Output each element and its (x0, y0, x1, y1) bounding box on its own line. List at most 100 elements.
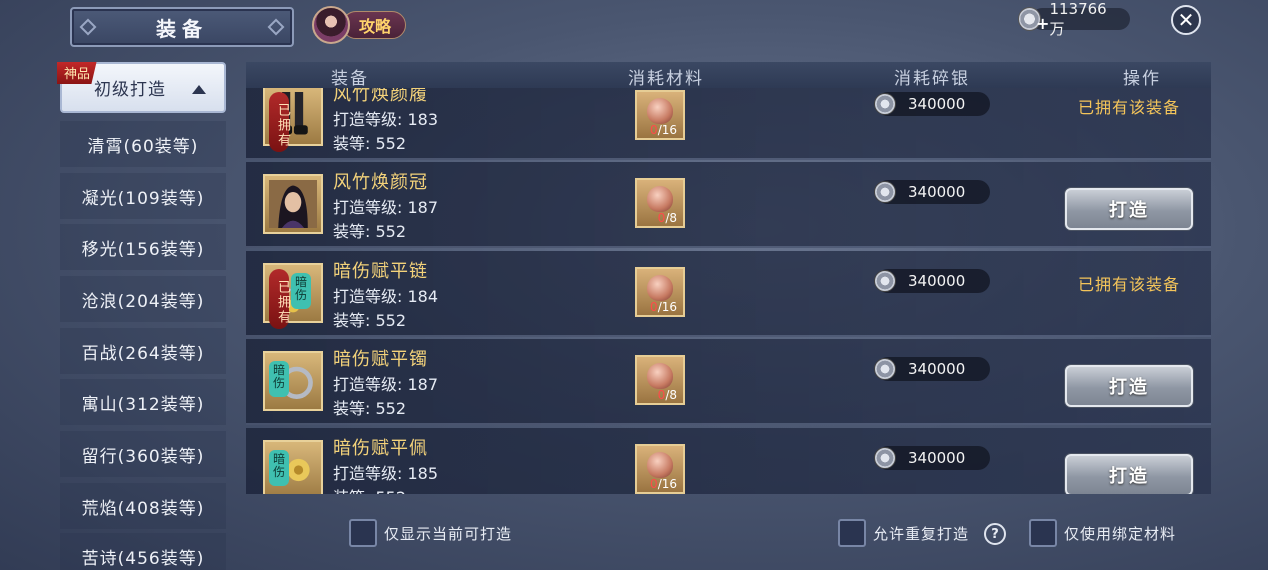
table-row[interactable]: 暗伤 暗伤赋平镯 打造等级: 187 装等: 552 0/8 340000 打造 (246, 339, 1211, 425)
craft-button[interactable]: 打造 (1065, 365, 1193, 407)
close-icon: ✕ (1177, 8, 1195, 32)
table-row[interactable]: 已拥有 暗伤 暗伤赋平链 打造等级: 184 装等: 552 0/16 3400… (246, 251, 1211, 337)
tab-equipment[interactable]: 装备 (70, 7, 294, 47)
item-icon-pendant: 暗伤 (263, 440, 323, 494)
category-item-label: 寓山(312装等) (81, 394, 205, 415)
material-slot[interactable]: 0/16 (635, 90, 685, 140)
hidden-injury-tag: 暗伤 (269, 361, 289, 397)
table-row[interactable]: 暗伤 暗伤赋平佩 打造等级: 185 装等: 552 0/16 340000 打… (246, 428, 1211, 494)
item-name: 风竹焕颜冠 (333, 172, 428, 193)
hidden-injury-tag: 暗伤 (269, 450, 289, 486)
collapse-triangle-icon (192, 85, 206, 94)
equip-level: 装等: 552 (333, 222, 407, 241)
category-item-label: 荒焰(408装等) (81, 498, 205, 519)
table-row[interactable]: 已拥有 风竹焕颜履 打造等级: 183 装等: 552 0/16 340000 … (246, 88, 1211, 160)
craft-level: 打造等级: 184 (333, 287, 439, 306)
add-currency-icon[interactable]: + (1036, 14, 1049, 33)
material-count: 0/8 (658, 211, 677, 225)
ornament-right (267, 18, 285, 36)
material-gem-icon (647, 186, 673, 212)
category-item[interactable]: 百战(264装等) (60, 328, 226, 374)
category-item[interactable]: 苦诗(456装等) (60, 533, 226, 570)
craft-level: 打造等级: 185 (333, 464, 439, 483)
silver-coin-icon (874, 181, 896, 203)
category-item[interactable]: 凝光(109装等) (60, 173, 226, 219)
category-label: 初级打造 (94, 80, 166, 100)
material-need: /16 (657, 123, 677, 137)
category-item[interactable]: 荒焰(408装等) (60, 483, 226, 529)
material-slot[interactable]: 0/16 (635, 444, 685, 494)
material-gem-icon (647, 452, 673, 478)
show-craftable-checkbox[interactable] (349, 519, 377, 547)
item-name: 暗伤赋平佩 (333, 438, 428, 459)
owned-tag: 已拥有 (269, 269, 290, 329)
cost-value: 340000 (908, 449, 966, 467)
category-item-label: 凝光(109装等) (81, 188, 205, 209)
material-gem-icon (647, 275, 673, 301)
material-gem-icon (647, 363, 673, 389)
material-have: 0 (650, 477, 658, 491)
show-craftable-label: 仅显示当前可打造 (384, 525, 513, 543)
cost-value: 340000 (908, 360, 966, 378)
material-count: 0/8 (658, 388, 677, 402)
material-count: 0/16 (650, 300, 677, 314)
craft-button[interactable]: 打造 (1065, 454, 1193, 494)
guide-button[interactable]: 攻略 (312, 6, 407, 44)
category-item[interactable]: 寓山(312装等) (60, 379, 226, 425)
cost-value: 340000 (908, 95, 966, 113)
silver-coin-icon (874, 93, 896, 115)
item-icon-boots: 已拥有 (263, 88, 323, 152)
silver-coin-icon (874, 358, 896, 380)
material-need: /8 (665, 388, 677, 402)
category-item[interactable]: 移光(156装等) (60, 224, 226, 270)
item-icon-bracelet: 暗伤 (263, 351, 323, 411)
category-item[interactable]: 清霄(60装等) (60, 121, 226, 167)
help-icon[interactable]: ? (984, 523, 1006, 545)
header-silver: 消耗碎银 (894, 69, 970, 89)
table-header: 装备 消耗材料 消耗碎银 操作 (246, 62, 1211, 89)
material-have: 0 (650, 123, 658, 137)
material-have: 0 (650, 300, 658, 314)
craft-level: 打造等级: 187 (333, 375, 439, 394)
allow-repeat-checkbox[interactable] (838, 519, 866, 547)
material-slot[interactable]: 0/8 (635, 178, 685, 228)
silver-coin-icon (874, 447, 896, 469)
material-count: 0/16 (650, 123, 677, 137)
silver-cost: 340000 (874, 357, 990, 381)
equipment-list: 已拥有 风竹焕颜履 打造等级: 183 装等: 552 0/16 340000 … (246, 88, 1211, 494)
table-row[interactable]: 风竹焕颜冠 打造等级: 187 装等: 552 0/8 340000 打造 (246, 162, 1211, 248)
silver-cost: 340000 (874, 92, 990, 116)
guide-label: 攻略 (342, 11, 407, 39)
bound-only-label: 仅使用绑定材料 (1064, 525, 1177, 543)
header-material: 消耗材料 (628, 69, 704, 89)
category-item[interactable]: 沧浪(204装等) (60, 276, 226, 322)
category-item-label: 沧浪(204装等) (81, 291, 205, 312)
item-name: 暗伤赋平镯 (333, 349, 428, 370)
close-button[interactable]: ✕ (1171, 5, 1201, 35)
silver-currency[interactable]: + 113766万 (1018, 0, 1130, 38)
craft-level: 打造等级: 187 (333, 198, 439, 217)
craft-button[interactable]: 打造 (1065, 188, 1193, 230)
material-slot[interactable]: 0/16 (635, 267, 685, 317)
cost-value: 340000 (908, 183, 966, 201)
equip-level: 装等: 552 (333, 311, 407, 330)
silver-coin-icon (874, 270, 896, 292)
ornament-left (79, 18, 97, 36)
silver-cost: 340000 (874, 180, 990, 204)
category-item-label: 百战(264装等) (81, 343, 205, 364)
item-icon-necklace: 已拥有 暗伤 (263, 263, 323, 329)
category-item-label: 清霄(60装等) (87, 136, 199, 157)
owned-status: 已拥有该装备 (1078, 98, 1181, 117)
silver-cost: 340000 (874, 446, 990, 470)
item-icon-crown (263, 174, 323, 234)
category-sidebar: 初级打造 神品 清霄(60装等) 凝光(109装等) 移光(156装等) 沧浪(… (57, 62, 227, 570)
guide-avatar-icon (312, 6, 350, 44)
material-slot[interactable]: 0/8 (635, 355, 685, 405)
equip-level: 装等: 552 (333, 134, 407, 153)
material-gem-icon (647, 98, 673, 124)
header-action: 操作 (1123, 69, 1161, 89)
bound-only-checkbox[interactable] (1029, 519, 1057, 547)
divine-grade-badge: 神品 (57, 62, 97, 84)
category-item[interactable]: 留行(360装等) (60, 431, 226, 477)
item-name: 风竹焕颜履 (333, 88, 428, 105)
